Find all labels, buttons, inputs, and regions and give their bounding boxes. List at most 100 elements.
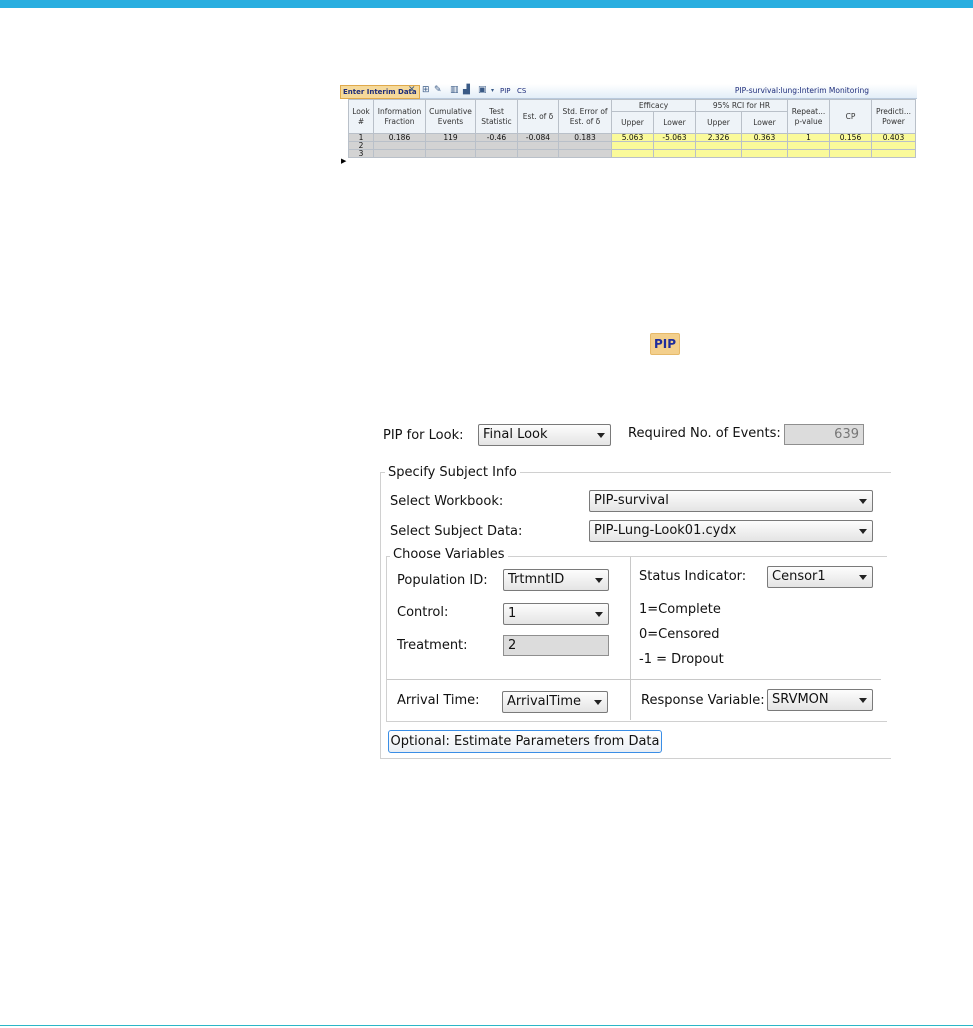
cell-rci-lower	[741, 149, 788, 158]
status-indicator-value: Censor1	[772, 569, 826, 584]
cell-std-error[interactable]: 0.183	[558, 133, 612, 142]
col-repeated-p-value: Repeat... p-value	[787, 99, 830, 134]
required-events-label: Required No. of Events:	[628, 426, 781, 441]
col-cumulative-events: Cumulative Events	[425, 99, 476, 134]
col-test-statistic: Test Statistic	[475, 99, 518, 134]
cell-efficacy-lower: -5.063	[653, 133, 696, 142]
control-label: Control:	[397, 605, 449, 620]
cell-efficacy-upper	[611, 149, 654, 158]
col-rci-lower: Lower	[741, 111, 788, 134]
cell-look: 1	[348, 133, 374, 142]
cell-std-error[interactable]	[558, 141, 612, 150]
cell-rci-upper	[695, 149, 742, 158]
status-note-complete: 1=Complete	[639, 602, 721, 617]
col-group-efficacy: Efficacy	[611, 99, 696, 112]
variables-row-divider	[387, 679, 881, 680]
cell-cumulative-events[interactable]	[425, 141, 476, 150]
cell-test-statistic[interactable]: -0.46	[475, 133, 518, 142]
dropdown-icon[interactable]: ▾	[491, 85, 494, 96]
col-predictive-power: Predicti... Power	[871, 99, 916, 134]
treatment-label: Treatment:	[397, 638, 468, 653]
edit-icon[interactable]: ✎	[434, 85, 442, 96]
subject-data-value: PIP-Lung-Look01.cydx	[594, 523, 737, 538]
col-est-delta: Est. of δ	[517, 99, 559, 134]
bottom-divider	[0, 1025, 973, 1026]
status-indicator-select[interactable]: Censor1	[767, 566, 873, 588]
workbook-select[interactable]: PIP-survival	[589, 490, 873, 512]
table-icon[interactable]: ▥	[450, 85, 459, 96]
choose-variables-title: Choose Variables	[390, 547, 508, 563]
cell-test-statistic[interactable]	[475, 149, 518, 158]
cell-cp	[829, 149, 872, 158]
col-look: Look #	[348, 99, 374, 134]
pip-toolbar-button[interactable]: PIP	[500, 85, 511, 97]
cell-std-error[interactable]	[558, 149, 612, 158]
cell-efficacy-lower	[653, 149, 696, 158]
cell-efficacy-upper	[611, 141, 654, 150]
cell-repeated-p-value: 1	[787, 133, 830, 142]
control-select[interactable]: 1	[503, 603, 609, 625]
response-variable-label: Response Variable:	[641, 693, 765, 708]
interim-monitoring-panel: Enter Interim Data ✕ ⊞ ✎ ▥ ▟ ▣ ▾ PIP CS …	[340, 84, 917, 176]
cell-est-delta[interactable]	[517, 141, 559, 150]
cell-information-fraction[interactable]	[373, 149, 426, 158]
status-note-censored: 0=Censored	[639, 627, 720, 642]
cell-rci-lower	[741, 141, 788, 150]
col-cp: CP	[829, 99, 872, 134]
cs-toolbar-button[interactable]: CS	[517, 85, 526, 97]
calculator-icon[interactable]: ⊞	[422, 85, 430, 96]
response-variable-value: SRVMON	[772, 692, 829, 707]
chart-icon[interactable]: ▟	[463, 85, 470, 96]
col-efficacy-lower: Lower	[653, 111, 696, 134]
chevron-down-icon	[859, 575, 867, 580]
cell-efficacy-lower	[653, 141, 696, 150]
cell-predictive-power	[871, 149, 916, 158]
variables-divider	[630, 557, 631, 720]
treatment-field: 2	[503, 635, 609, 656]
interim-toolbar: Enter Interim Data ✕ ⊞ ✎ ▥ ▟ ▣ ▾ PIP CS …	[340, 84, 917, 99]
save-icon[interactable]: ▣	[478, 85, 487, 96]
arrival-time-select[interactable]: ArrivalTime	[502, 691, 608, 713]
interim-grid: Look # Information Fraction Cumulative E…	[348, 99, 916, 158]
cell-rci-upper	[695, 141, 742, 150]
pip-for-look-label: PIP for Look:	[383, 428, 464, 443]
status-indicator-label: Status Indicator:	[639, 569, 747, 584]
pip-button[interactable]: PIP	[650, 333, 680, 355]
cell-predictive-power	[871, 141, 916, 150]
table-row[interactable]: 3	[348, 149, 916, 158]
cell-cumulative-events[interactable]: 119	[425, 133, 476, 142]
cell-predictive-power: 0.403	[871, 133, 916, 142]
col-std-error: Std. Error of Est. of δ	[558, 99, 612, 134]
cell-est-delta[interactable]	[517, 149, 559, 158]
cell-look: 2	[348, 141, 374, 150]
response-variable-select[interactable]: SRVMON	[767, 689, 873, 711]
pip-for-look-select[interactable]: Final Look	[478, 424, 611, 446]
cell-test-statistic[interactable]	[475, 141, 518, 150]
cell-cp	[829, 141, 872, 150]
cell-efficacy-upper: 5.063	[611, 133, 654, 142]
subject-info-title: Specify Subject Info	[385, 465, 520, 481]
chevron-down-icon	[859, 499, 867, 504]
control-value: 1	[508, 606, 517, 621]
cell-est-delta[interactable]: -0.084	[517, 133, 559, 142]
required-events-field: 639	[784, 424, 864, 445]
cell-information-fraction-selected[interactable]	[373, 141, 426, 150]
current-row-pointer-icon: ▶	[341, 157, 347, 165]
col-information-fraction: Information Fraction	[373, 99, 426, 134]
top-accent-bar	[0, 0, 973, 8]
chevron-down-icon	[595, 578, 603, 583]
cell-repeated-p-value	[787, 149, 830, 158]
workbook-label: Select Workbook:	[390, 494, 504, 509]
chevron-down-icon	[595, 612, 603, 617]
cell-cumulative-events[interactable]	[425, 149, 476, 158]
chevron-down-icon	[859, 529, 867, 534]
estimate-parameters-button[interactable]: Optional: Estimate Parameters from Data	[388, 730, 662, 753]
population-id-select[interactable]: TrtmntID	[503, 569, 609, 591]
cell-information-fraction[interactable]: 0.186	[373, 133, 426, 142]
interim-title: PIP-survival:lung:Interim Monitoring	[734, 86, 869, 95]
chevron-down-icon	[859, 698, 867, 703]
table-row[interactable]: 1 0.186 119 -0.46 -0.084 0.183 5.063 -5.…	[348, 133, 916, 142]
subject-data-select[interactable]: PIP-Lung-Look01.cydx	[589, 520, 873, 542]
delete-icon[interactable]: ✕	[408, 85, 416, 96]
table-row[interactable]: 2	[348, 141, 916, 150]
